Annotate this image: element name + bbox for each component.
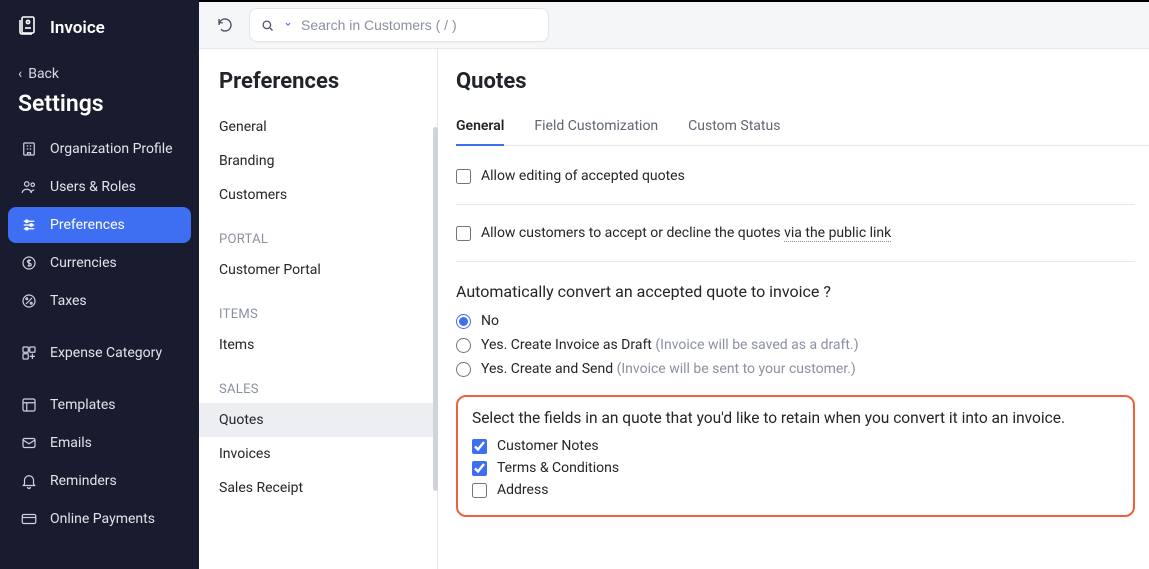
checkbox-label: Allow editing of accepted quotes: [481, 168, 685, 184]
sidebar-item-label: Templates: [50, 397, 116, 413]
app-name: Invoice: [50, 18, 105, 38]
sidebar-item-label: Organization Profile: [50, 141, 173, 157]
sidebar-item-reminders[interactable]: Reminders: [8, 463, 191, 499]
refresh-button[interactable]: [211, 11, 239, 39]
checkbox-label: Customer Notes: [497, 438, 599, 454]
radio-input[interactable]: [456, 362, 471, 377]
sidebar-item-label: Preferences: [50, 217, 125, 233]
checkbox-address[interactable]: Address: [472, 479, 1119, 501]
prefs-link-items[interactable]: Items: [199, 328, 437, 362]
radio-create-draft[interactable]: Yes. Create Invoice as Draft (Invoice wi…: [456, 333, 1135, 357]
sidebar-item-expense-category[interactable]: Expense Category: [8, 335, 191, 371]
main-panel: Quotes General Field Customization Custo…: [438, 49, 1149, 569]
tab-custom-status[interactable]: Custom Status: [688, 118, 780, 146]
checkbox-terms[interactable]: Terms & Conditions: [472, 457, 1119, 479]
checkbox-input[interactable]: [456, 169, 471, 184]
chevron-down-icon[interactable]: [283, 17, 293, 33]
tabs: General Field Customization Custom Statu…: [456, 118, 1149, 146]
card-icon: [20, 510, 38, 528]
checkbox-allow-edit[interactable]: Allow editing of accepted quotes: [456, 164, 1135, 188]
sidebar-item-label: Taxes: [50, 293, 87, 309]
sidebar-item-label: Currencies: [50, 255, 117, 271]
preferences-title: Preferences: [199, 69, 437, 110]
checkbox-allow-accept[interactable]: Allow customers to accept or decline the…: [456, 221, 1135, 245]
sliders-icon: [20, 216, 38, 234]
users-icon: [20, 178, 38, 196]
radio-no[interactable]: No: [456, 309, 1135, 333]
checkbox-label: Terms & Conditions: [497, 460, 619, 476]
prefs-link-customers[interactable]: Customers: [199, 178, 437, 212]
topbar: [199, 0, 1149, 49]
radio-label: Yes. Create and Send (Invoice will be se…: [481, 361, 856, 377]
sidebar-item-label: Expense Category: [50, 345, 162, 361]
tab-field-customization[interactable]: Field Customization: [534, 118, 658, 146]
checkbox-input[interactable]: [472, 483, 487, 498]
checkbox-customer-notes[interactable]: Customer Notes: [472, 435, 1119, 457]
sidebar-item-label: Emails: [50, 435, 92, 451]
public-link-text: via the public link: [784, 225, 891, 242]
search-icon: [260, 18, 275, 33]
percent-icon: [20, 292, 38, 310]
prefs-section-items: ITEMS: [199, 287, 437, 328]
retain-fields-label: Select the fields in an quote that you'd…: [472, 409, 1119, 435]
radio-label: Yes. Create Invoice as Draft (Invoice wi…: [481, 337, 859, 353]
prefs-link-general[interactable]: General: [199, 110, 437, 144]
checkbox-label: Allow customers to accept or decline the…: [481, 225, 891, 241]
prefs-link-quotes[interactable]: Quotes: [199, 403, 437, 437]
category-icon: [20, 344, 38, 362]
prefs-section-sales: SALES: [199, 362, 437, 403]
sidebar-item-online-payments[interactable]: Online Payments: [8, 501, 191, 537]
template-icon: [20, 396, 38, 414]
preferences-panel: Preferences General Branding Customers P…: [199, 49, 438, 569]
bell-icon: [20, 472, 38, 490]
tab-general[interactable]: General: [456, 118, 504, 146]
search-box[interactable]: [249, 8, 549, 42]
radio-create-send[interactable]: Yes. Create and Send (Invoice will be se…: [456, 357, 1135, 381]
sidebar-item-currencies[interactable]: Currencies: [8, 245, 191, 281]
back-link[interactable]: ‹ Back: [0, 54, 199, 82]
checkbox-label: Address: [497, 482, 548, 498]
page-title: Quotes: [456, 69, 1149, 118]
sidebar: Invoice ‹ Back Settings Organization Pro…: [0, 0, 199, 569]
prefs-link-invoices[interactable]: Invoices: [199, 437, 437, 471]
prefs-section-portal: PORTAL: [199, 212, 437, 253]
sidebar-item-organization-profile[interactable]: Organization Profile: [8, 131, 191, 167]
chevron-left-icon: ‹: [18, 66, 22, 82]
prefs-link-sales-receipt[interactable]: Sales Receipt: [199, 471, 437, 505]
sidebar-item-label: Online Payments: [50, 511, 155, 527]
retain-fields-box: Select the fields in an quote that you'd…: [456, 395, 1135, 517]
sidebar-item-preferences[interactable]: Preferences: [8, 207, 191, 243]
checkbox-input[interactable]: [472, 439, 487, 454]
search-input[interactable]: [301, 17, 538, 33]
back-label: Back: [28, 66, 59, 82]
sidebar-item-templates[interactable]: Templates: [8, 387, 191, 423]
sidebar-item-emails[interactable]: Emails: [8, 425, 191, 461]
sidebar-title: Settings: [0, 82, 199, 127]
prefs-link-customer-portal[interactable]: Customer Portal: [199, 253, 437, 287]
building-icon: [20, 140, 38, 158]
sidebar-item-taxes[interactable]: Taxes: [8, 283, 191, 319]
radio-input[interactable]: [456, 314, 471, 329]
auto-convert-question: Automatically convert an accepted quote …: [456, 278, 1135, 309]
app-logo-icon: [16, 14, 40, 42]
sidebar-item-label: Reminders: [50, 473, 117, 489]
mail-icon: [20, 434, 38, 452]
radio-input[interactable]: [456, 338, 471, 353]
refresh-icon: [216, 16, 234, 34]
checkbox-input[interactable]: [456, 226, 471, 241]
sidebar-item-label: Users & Roles: [50, 179, 136, 195]
dollar-icon: [20, 254, 38, 272]
app-header: Invoice: [0, 4, 199, 54]
radio-label: No: [481, 313, 499, 329]
prefs-link-branding[interactable]: Branding: [199, 144, 437, 178]
checkbox-input[interactable]: [472, 461, 487, 476]
sidebar-item-users-roles[interactable]: Users & Roles: [8, 169, 191, 205]
